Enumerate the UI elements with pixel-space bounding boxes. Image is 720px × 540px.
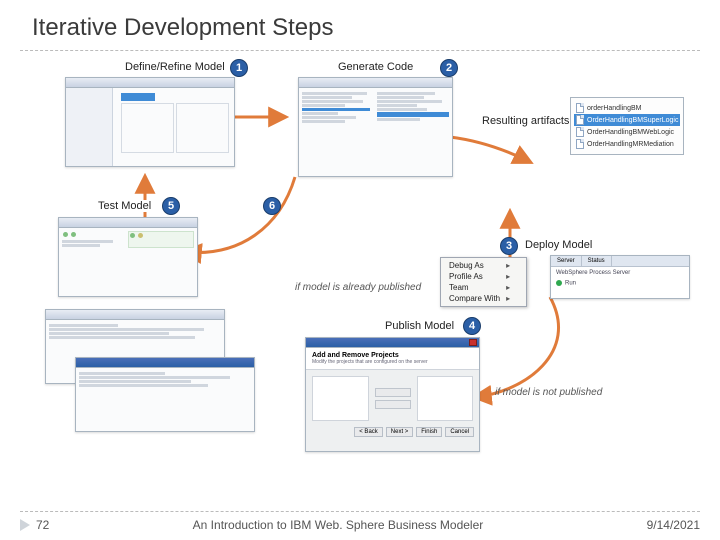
badge-2: 2 bbox=[440, 59, 458, 77]
chevron-right-icon: ▸ bbox=[506, 294, 510, 303]
ctx-debug-as[interactable]: Debug As▸ bbox=[441, 260, 526, 271]
dlg-finish-button[interactable]: Finish bbox=[416, 427, 442, 437]
thumb-test-model-3 bbox=[75, 357, 255, 432]
dlg-back-button[interactable]: < Back bbox=[354, 427, 383, 437]
label-deploy-model: Deploy Model bbox=[525, 239, 592, 251]
badge-3: 3 bbox=[500, 237, 518, 255]
remove-button[interactable] bbox=[375, 400, 411, 409]
chevron-right-icon: ▸ bbox=[506, 272, 510, 281]
publish-dialog: Add and Remove Projects Modify the proje… bbox=[305, 337, 480, 452]
thumb-define-model bbox=[65, 77, 235, 167]
footer-date: 9/14/2021 bbox=[647, 518, 700, 532]
play-icon bbox=[556, 280, 562, 286]
footer-doc-title: An Introduction to IBM Web. Sphere Busin… bbox=[29, 518, 646, 532]
artifact-item-selected: OrderHandlingBMSuperLogic bbox=[574, 114, 680, 126]
slide-title: Iterative Development Steps bbox=[0, 0, 720, 46]
caption-already-published: if model is already published bbox=[295, 282, 421, 293]
thumb-generate-code bbox=[298, 77, 453, 177]
artifact-item: OrderHandlingMRMediation bbox=[574, 138, 680, 150]
server-panel: Server Status WebSphere Process Server R… bbox=[550, 255, 690, 299]
dlg-cancel-button[interactable]: Cancel bbox=[445, 427, 474, 437]
badge-6: 6 bbox=[263, 197, 281, 215]
chevron-right-icon: ▸ bbox=[506, 283, 510, 292]
label-define-refine: Define/Refine Model bbox=[125, 61, 225, 73]
badge-5: 5 bbox=[162, 197, 180, 215]
title-divider bbox=[20, 50, 700, 51]
footer-divider bbox=[20, 511, 700, 512]
caption-not-published: if model is not published bbox=[495, 387, 602, 398]
file-icon bbox=[576, 115, 584, 125]
col-status: Status bbox=[582, 256, 612, 266]
label-generate-code: Generate Code bbox=[338, 61, 413, 73]
label-publish-model: Publish Model bbox=[385, 320, 454, 332]
artifact-item: orderHandlingBM bbox=[574, 102, 680, 114]
file-icon bbox=[576, 139, 584, 149]
deploy-context-menu: Debug As▸ Profile As▸ Team▸ Compare With… bbox=[440, 257, 527, 307]
ctx-compare-with[interactable]: Compare With▸ bbox=[441, 293, 526, 304]
dialog-title: Add and Remove Projects bbox=[312, 352, 473, 359]
badge-1: 1 bbox=[230, 59, 248, 77]
dlg-next-button[interactable]: Next > bbox=[386, 427, 414, 437]
dialog-subtitle: Modify the projects that are configured … bbox=[312, 359, 473, 365]
thumb-test-model-1 bbox=[58, 217, 198, 297]
slide-footer: 72 An Introduction to IBM Web. Sphere Bu… bbox=[0, 505, 720, 540]
col-server: Server bbox=[551, 256, 582, 266]
label-resulting-artifacts: Resulting artifacts bbox=[482, 115, 569, 127]
chevron-right-icon: ▸ bbox=[506, 261, 510, 270]
file-icon bbox=[576, 103, 584, 113]
file-icon bbox=[576, 127, 584, 137]
server-row: WebSphere Process Server bbox=[556, 270, 684, 276]
close-icon[interactable] bbox=[469, 339, 477, 346]
label-test-model: Test Model bbox=[98, 200, 151, 212]
badge-4: 4 bbox=[463, 317, 481, 335]
add-button[interactable] bbox=[375, 388, 411, 397]
ctx-team[interactable]: Team▸ bbox=[441, 282, 526, 293]
run-action[interactable]: Run bbox=[556, 280, 684, 287]
diagram-stage: Define/Refine Model 1 Generate Code 2 bbox=[20, 57, 700, 477]
artifact-item: OrderHandlingBMWebLogic bbox=[574, 126, 680, 138]
artifacts-list: orderHandlingBM OrderHandlingBMSuperLogi… bbox=[570, 97, 684, 155]
ctx-profile-as[interactable]: Profile As▸ bbox=[441, 271, 526, 282]
